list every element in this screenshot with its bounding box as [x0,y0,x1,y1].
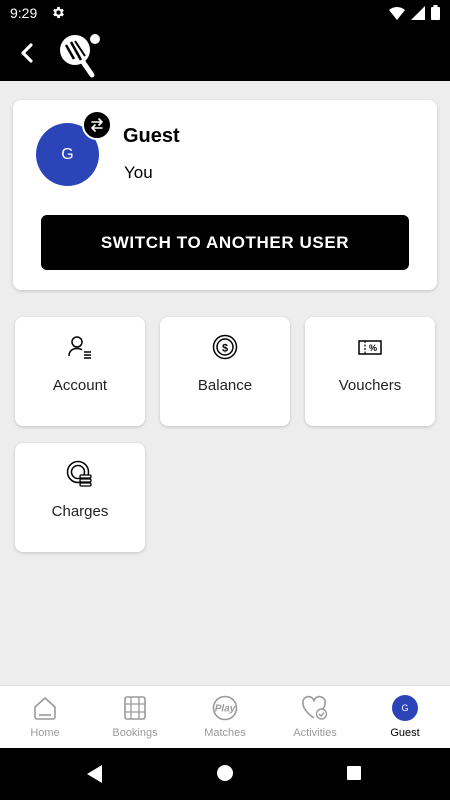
back-button[interactable] [12,38,42,68]
battery-icon [431,5,440,25]
avatar: G [392,695,418,721]
triangle-back-icon [87,765,102,783]
nav-item-bookings[interactable]: Bookings [90,686,180,748]
play-icon-text: Play [215,704,236,715]
voucher-icon: % [358,340,382,355]
system-recents-button[interactable] [346,765,362,786]
tile-label: Balance [197,377,253,394]
vouchers-tile[interactable]: % Vouchers [305,317,435,426]
nav-label: Matches [204,727,246,739]
avatar-initial: G [61,145,74,163]
signal-icon [411,5,425,25]
chevron-left-icon [21,43,33,63]
system-back-button[interactable] [84,763,104,790]
switch-user-button[interactable]: SWITCH TO ANOTHER USER [41,215,409,270]
tile-label: Charges [51,503,109,520]
status-time: 9:29 [10,5,38,21]
tile-label: Vouchers [338,377,402,394]
bookings-icon [124,696,146,720]
balance-tile[interactable]: $ Balance [160,317,290,426]
app-bar [0,26,450,81]
settings-icon [51,5,66,25]
home-icon [34,697,56,720]
profile-name: Guest [123,125,180,147]
system-nav-bar [0,748,450,800]
charges-tile[interactable]: Charges [15,443,145,552]
brand-logo [55,29,105,84]
svg-text:%: % [369,343,377,353]
nav-item-matches[interactable]: Play Matches [180,686,270,748]
switch-user-badge[interactable] [82,110,112,140]
account-tile[interactable]: Account [15,317,145,426]
svg-text:$: $ [222,343,228,355]
balance-icon: $ [212,334,238,360]
status-bar: 9:29 [0,0,450,26]
system-home-button[interactable] [216,764,234,787]
swap-arrows-icon [91,118,103,132]
tile-label: Account [52,377,108,394]
account-icon [68,336,91,359]
wifi-icon [389,6,405,25]
circle-home-icon [217,765,233,781]
charges-icon [66,460,92,487]
heart-check-icon [302,695,328,720]
nav-item-activities[interactable]: Activities [270,686,360,748]
nav-label: Activities [293,727,337,739]
profile-card: G Guest You SWITCH TO ANOTHER USER [13,100,437,290]
play-icon: Play [212,695,238,721]
nav-label: Guest [390,727,420,739]
nav-label: Bookings [112,727,158,739]
nav-item-guest[interactable]: G Guest [360,686,450,748]
nav-label: Home [30,727,60,739]
profile-subtitle: You [124,163,153,182]
avatar-initial: G [401,703,409,713]
nav-item-home[interactable]: Home [0,686,90,748]
square-recents-icon [347,766,361,780]
bottom-nav: Home Bookings Play Matches Activities G … [0,685,450,748]
